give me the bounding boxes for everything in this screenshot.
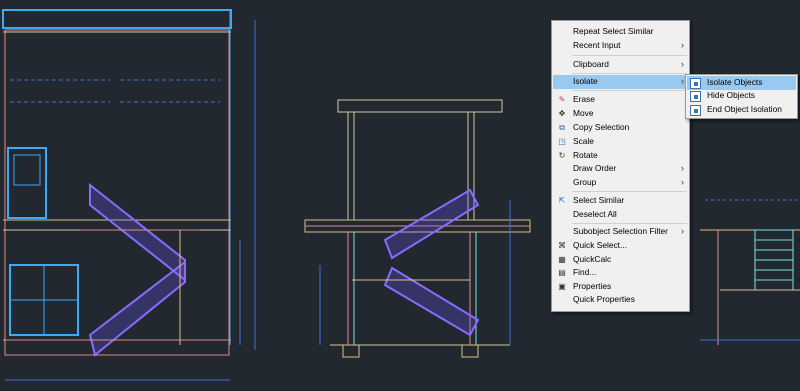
submenu-item-label: Isolate Objects [707,77,763,87]
menu-item-label: Subobject Selection Filter [573,226,668,236]
menu-item-label: Clipboard [573,59,609,69]
menu-item-scale[interactable]: ◳ Scale [553,135,688,149]
context-menu: Repeat Select Similar Recent Input › Clip… [551,20,690,312]
menu-item-draw-order[interactable]: Draw Order › [553,162,688,176]
menu-item-label: Repeat Select Similar [573,26,654,36]
menu-item-move[interactable]: ✥ Move [553,107,688,121]
copy-icon: ⧉ [559,123,565,132]
isolate-submenu: Isolate Objects Hide Objects End Object … [685,74,798,119]
menu-item-quick-select[interactable]: ⌘ Quick Select... [553,239,688,253]
menu-item-label: Quick Properties [573,294,635,304]
menu-separator [572,55,687,56]
menu-item-label: Recent Input [573,40,621,50]
quick-select-icon: ⌘ [558,241,566,250]
submenu-item-label: Hide Objects [707,90,755,100]
menu-item-label: Move [573,108,594,118]
chevron-right-icon: › [681,177,684,187]
submenu-item-isolate-objects[interactable]: Isolate Objects [687,76,796,90]
menu-item-label: Isolate [573,76,598,86]
menu-item-label: Select Similar [573,195,625,205]
menu-item-label: Draw Order [573,163,617,173]
menu-item-label: QuickCalc [573,254,612,264]
hide-objects-icon [690,91,701,102]
menu-item-label: Find... [573,267,597,277]
chevron-right-icon: › [681,163,684,173]
menu-item-rotate[interactable]: ↻ Rotate [553,149,688,163]
move-icon: ✥ [558,109,566,118]
rotate-icon: ↻ [558,151,566,160]
menu-item-label: Deselect All [573,209,617,219]
find-icon: ▤ [558,268,566,277]
menu-item-label: Properties [573,281,612,291]
menu-item-label: Quick Select... [573,240,627,250]
menu-item-label: Copy Selection [573,122,630,132]
select-similar-icon: ⇱ [558,196,566,205]
isolate-objects-icon [690,78,701,89]
chevron-right-icon: › [681,59,684,69]
menu-item-quick-properties[interactable]: Quick Properties [553,293,688,307]
menu-item-quickcalc[interactable]: ▦ QuickCalc [553,253,688,267]
chevron-right-icon: › [681,76,684,86]
middle-stair-section [304,99,531,358]
menu-item-label: Erase [573,94,595,104]
menu-item-copy-selection[interactable]: ⧉ Copy Selection [553,121,688,135]
end-isolation-icon [690,105,701,116]
submenu-item-hide-objects[interactable]: Hide Objects [687,89,796,103]
chevron-right-icon: › [681,40,684,50]
menu-item-label: Rotate [573,150,598,160]
submenu-item-label: End Object Isolation [707,104,782,114]
left-building-elevation [2,9,256,381]
properties-icon: ▣ [558,282,566,291]
menu-item-group[interactable]: Group › [553,176,688,190]
erase-icon: ✎ [558,95,566,104]
menu-item-label: Scale [573,136,594,146]
right-partial-elevation [700,199,800,345]
submenu-item-end-object-isolation[interactable]: End Object Isolation [687,103,796,117]
menu-item-erase[interactable]: ✎ Erase [553,93,688,107]
menu-item-isolate[interactable]: Isolate › [553,75,688,89]
menu-item-recent-input[interactable]: Recent Input › [553,39,688,53]
menu-item-properties[interactable]: ▣ Properties [553,280,688,294]
menu-item-deselect-all[interactable]: Deselect All [553,208,688,222]
menu-item-find[interactable]: ▤ Find... [553,266,688,280]
menu-item-label: Group [573,177,597,187]
menu-item-subobject-selection-filter[interactable]: Subobject Selection Filter › [553,225,688,239]
menu-separator [572,73,687,74]
calculator-icon: ▦ [558,255,566,264]
menu-item-select-similar[interactable]: ⇱ Select Similar [553,194,688,208]
chevron-right-icon: › [681,226,684,236]
scale-icon: ◳ [558,137,566,146]
menu-separator [572,90,687,91]
menu-separator [572,223,687,224]
menu-item-clipboard[interactable]: Clipboard › [553,58,688,72]
menu-item-repeat-select-similar[interactable]: Repeat Select Similar [553,25,688,39]
menu-separator [572,191,687,192]
